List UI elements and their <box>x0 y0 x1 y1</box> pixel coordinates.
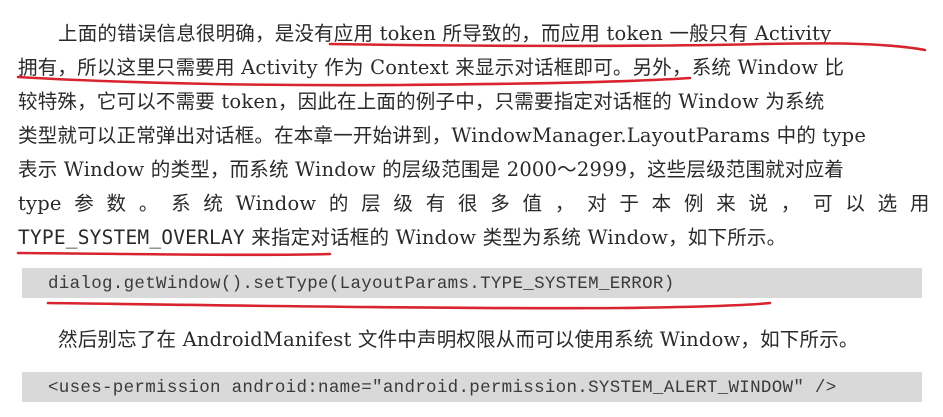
justified-token: 值 <box>522 192 543 215</box>
justified-token: 数 <box>106 192 127 215</box>
code-set-type-line: dialog.getWindow().setType(LayoutParams.… <box>48 274 675 294</box>
justified-token: 统 <box>203 192 224 215</box>
justified-token: 以 <box>845 192 866 215</box>
justified-token: 对 <box>587 192 607 215</box>
book-page: 上面的错误信息很明确，是没有应用 token 所导致的，而应用 token 一般… <box>0 0 943 417</box>
justified-token: 有 <box>425 192 446 215</box>
justified-token: 多 <box>490 192 510 215</box>
justified-token: 参 <box>74 192 94 215</box>
paragraph-token-explanation: 上面的错误信息很明确，是没有应用 token 所导致的，而应用 token 一般… <box>18 17 930 255</box>
justified-token: 来 <box>716 192 736 215</box>
justified-token: 很 <box>457 192 478 215</box>
justified-token: 选 <box>877 192 898 215</box>
justified-token: Window <box>235 192 317 215</box>
justified-token: 级 <box>393 192 414 215</box>
justified-token: 层 <box>361 192 381 215</box>
justified-token: 的 <box>328 192 349 215</box>
underline-code-set-type <box>46 301 772 310</box>
justified-token: 可 <box>813 192 833 215</box>
text-line-4: 类型就可以正常弹出对话框。在本章一开始讲到，WindowManager.Layo… <box>18 124 867 147</box>
text-line-5: 表示 Window 的类型，而系统 Window 的层级范围是 2000～299… <box>18 158 844 181</box>
text-line-7-rest: 来指定对话框的 Window 类型为系统 Window，如下所示。 <box>251 226 787 249</box>
text-line-6-justified: type 参数。系统 Window 的层级有很多值 ， 对于本例来说 ， 可以选用 <box>18 187 930 221</box>
paragraph-permission: 然后别忘了在 AndroidManifest 文件中声明权限从而可以使用系统 W… <box>18 323 930 357</box>
justified-token: ， <box>554 192 575 215</box>
justified-token: 系 <box>171 192 191 215</box>
justified-token: 说 <box>748 192 769 215</box>
inline-code-type-system-overlay: TYPE_SYSTEM_OVERLAY <box>18 226 245 249</box>
text-line-2: 拥有，所以这里只需要用 Activity 作为 Context 来显示对话框即可… <box>18 56 845 79</box>
code-uses-permission-line: <uses-permission android:name="android.p… <box>48 378 837 398</box>
justified-token: type <box>18 192 62 215</box>
text-line-3: 较特殊，它可以不需要 token，因此在上面的例子中，只需要指定对话框的 Win… <box>18 90 825 113</box>
text-line-permission: 然后别忘了在 AndroidManifest 文件中声明权限从而可以使用系统 W… <box>58 328 859 351</box>
justified-token: 于 <box>619 192 640 215</box>
justified-token: 本 <box>651 192 672 215</box>
text-line-1: 上面的错误信息很明确，是没有应用 token 所导致的，而应用 token 一般… <box>58 22 832 45</box>
justified-token: 例 <box>683 192 704 215</box>
justified-token: ， <box>780 192 801 215</box>
justified-token: 。 <box>138 192 159 215</box>
text-line-7: TYPE_SYSTEM_OVERLAY 来指定对话框的 Window 类型为系统… <box>18 221 930 255</box>
justified-token: 用 <box>909 192 930 215</box>
